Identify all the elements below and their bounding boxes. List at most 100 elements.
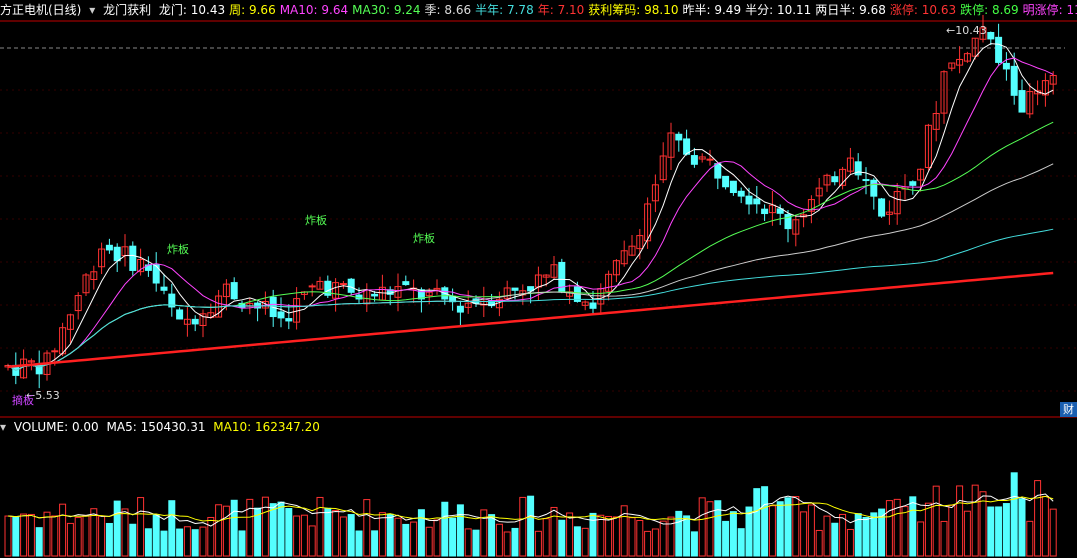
candle-body <box>862 179 870 182</box>
candle-body <box>878 198 886 217</box>
volume-bar <box>558 519 566 557</box>
volume-bar <box>43 511 51 557</box>
candle-body <box>714 163 722 179</box>
volume-bar <box>402 523 410 557</box>
volume-bar <box>940 520 948 557</box>
volume-bar <box>332 509 340 557</box>
volume-bar <box>183 526 191 557</box>
volume-bar <box>324 507 332 557</box>
candle-body <box>129 245 137 271</box>
volume-bar <box>503 531 511 557</box>
volume-bar <box>199 526 207 557</box>
candle-body <box>589 302 597 309</box>
candle-body <box>831 176 839 183</box>
candle-body <box>722 175 730 188</box>
volume-bar <box>207 516 215 557</box>
volume-bar <box>152 514 160 557</box>
volume-bar <box>293 515 301 557</box>
volume-bar <box>511 527 519 557</box>
ma5-line <box>7 43 1054 372</box>
candle-body <box>987 32 995 40</box>
volume-label: VOLUME: 0.00 <box>13 420 99 434</box>
volume-bar <box>371 530 379 557</box>
candle-body <box>909 181 917 186</box>
volume-bar <box>410 521 418 557</box>
volume-bar <box>956 485 964 557</box>
candle-body <box>402 281 410 286</box>
volume-bar <box>82 515 90 557</box>
volume-bar <box>269 503 277 557</box>
candle-body <box>339 283 347 286</box>
volume-bar <box>433 519 441 557</box>
zhaban-annotation: 炸板 <box>305 213 327 227</box>
volume-bar <box>917 521 925 557</box>
candle-body <box>1018 90 1026 113</box>
volume-bar <box>1041 496 1049 557</box>
volume-bar <box>74 517 82 557</box>
volume-bar <box>300 514 308 557</box>
volume-bar <box>690 531 698 557</box>
volume-bar <box>191 529 199 557</box>
candle-body <box>160 286 168 291</box>
volume-bar <box>971 484 979 557</box>
volume-bar <box>566 512 574 557</box>
candle-body <box>285 318 293 322</box>
candle-body <box>675 133 683 141</box>
volume-bar <box>924 502 932 557</box>
volume-bar <box>901 506 909 557</box>
volume-bar <box>909 496 917 557</box>
volume-bar <box>160 530 168 557</box>
volume-bar <box>870 512 878 557</box>
volume-bar <box>261 496 269 557</box>
volume-bar <box>714 500 722 557</box>
volume-bar <box>1049 508 1057 557</box>
finance-button[interactable]: 财 <box>1060 402 1077 417</box>
volume-bar <box>386 513 394 557</box>
volume-bar <box>378 512 386 557</box>
volume-bar <box>659 520 667 557</box>
volume-bar <box>784 497 792 557</box>
candle-body <box>176 309 184 320</box>
volume-bar <box>495 523 503 557</box>
candle-body <box>308 285 316 288</box>
volume-bar <box>168 500 176 557</box>
volume-bar <box>488 514 496 557</box>
volume-bar <box>35 527 43 557</box>
volume-bar <box>308 525 316 557</box>
ma30-line <box>7 121 1054 372</box>
volume-bar <box>129 523 137 557</box>
volume-bar <box>277 501 285 557</box>
volume-bar <box>4 515 12 557</box>
candle-body <box>347 278 355 293</box>
candle-body <box>690 155 698 165</box>
volume-bar <box>285 508 293 557</box>
volume-bar <box>542 518 550 557</box>
volume-bar <box>464 528 472 557</box>
candle-body <box>1002 62 1010 70</box>
candle-body <box>995 36 1003 63</box>
volume-bar <box>651 528 659 557</box>
volume-bar <box>932 485 940 557</box>
candle-body <box>1010 65 1018 96</box>
volume-bar <box>737 528 745 557</box>
candle-body <box>745 195 753 205</box>
volume-bar <box>823 515 831 557</box>
volume-bar <box>176 528 184 557</box>
volume-bar <box>534 530 542 557</box>
volume-bar <box>215 504 223 557</box>
volume-collapse-icon[interactable]: ▾ <box>0 420 6 434</box>
volume-header: ▾ VOLUME: 0.00 MA5: 150430.31 MA10: 1623… <box>0 418 324 436</box>
volume-bar <box>729 511 737 557</box>
volume-bar <box>706 501 714 557</box>
volume-bar <box>441 501 449 557</box>
volume-bar <box>597 514 605 557</box>
price-chart[interactable]: ←10.43←5.53炸板炸板炸板摘板 <box>0 0 1077 558</box>
volume-bar <box>27 513 35 557</box>
volume-bar <box>644 530 652 557</box>
candle-body <box>456 305 464 313</box>
candle-body <box>191 318 199 325</box>
volume-bar <box>683 515 691 557</box>
zhaban-annotation: 炸板 <box>413 231 435 245</box>
volume-bar <box>987 506 995 557</box>
candle-body <box>51 350 59 353</box>
